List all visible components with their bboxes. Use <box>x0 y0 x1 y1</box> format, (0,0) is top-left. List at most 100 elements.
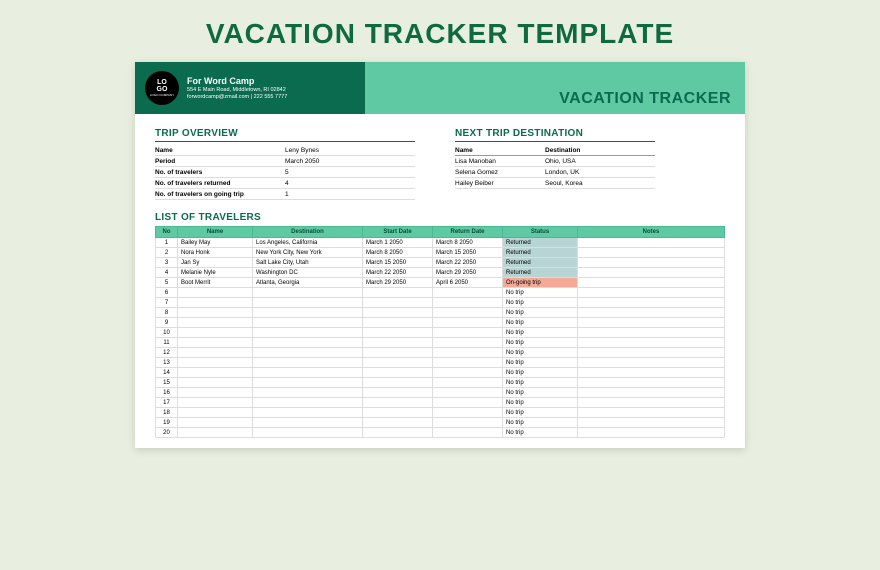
cell-destination <box>253 368 363 378</box>
cell-status: No trip <box>503 338 578 348</box>
cell-status: Returned <box>503 258 578 268</box>
table-row: 4Melanie NyleWashington DCMarch 22 2050M… <box>156 268 725 278</box>
cell-name: Jan Sy <box>178 258 253 268</box>
cell-notes <box>578 428 725 438</box>
table-row: 6No trip <box>156 288 725 298</box>
overview-row: No. of travelers returned4 <box>155 178 415 189</box>
cell-notes <box>578 298 725 308</box>
cell-destination: Washington DC <box>253 268 363 278</box>
cell-name <box>178 368 253 378</box>
cell-name <box>178 408 253 418</box>
cell-return-date <box>433 348 503 358</box>
cell-notes <box>578 378 725 388</box>
overview-label: No. of travelers returned <box>155 180 285 187</box>
cell-destination <box>253 358 363 368</box>
table-row: 16No trip <box>156 388 725 398</box>
cell-destination <box>253 328 363 338</box>
cell-name: Boot Merrit <box>178 278 253 288</box>
cell-name <box>178 298 253 308</box>
cell-notes <box>578 248 725 258</box>
cell-return-date <box>433 328 503 338</box>
cell-name: Melanie Nyle <box>178 268 253 278</box>
cell-status: Returned <box>503 268 578 278</box>
cell-status: No trip <box>503 288 578 298</box>
cell-notes <box>578 418 725 428</box>
company-address: 554 E Main Road, Middletown, RI 02842 <box>187 87 287 93</box>
table-row: 10No trip <box>156 328 725 338</box>
cell-notes <box>578 408 725 418</box>
cell-name <box>178 428 253 438</box>
cell-return-date: March 29 2050 <box>433 268 503 278</box>
cell-start-date: March 15 2050 <box>363 258 433 268</box>
header-left-panel: LO GO LOGO COMPANY For Word Camp 554 E M… <box>135 62 365 114</box>
table-row: 15No trip <box>156 378 725 388</box>
cell-return-date <box>433 428 503 438</box>
cell-no: 14 <box>156 368 178 378</box>
cell-destination <box>253 298 363 308</box>
table-header-cell: No <box>156 227 178 238</box>
table-row: 2Nora HonkNew York City, New YorkMarch 8… <box>156 248 725 258</box>
nexttrip-row: Hailey BeiberSeoul, Korea <box>455 178 655 189</box>
company-name: For Word Camp <box>187 76 287 86</box>
cell-destination: Salt Lake City, Utah <box>253 258 363 268</box>
table-row: 7No trip <box>156 298 725 308</box>
cell-notes <box>578 238 725 248</box>
cell-status: No trip <box>503 368 578 378</box>
cell-name <box>178 378 253 388</box>
overview-row: PeriodMarch 2050 <box>155 156 415 167</box>
cell-name <box>178 388 253 398</box>
logo-text-top: LO <box>157 79 167 86</box>
logo-icon: LO GO LOGO COMPANY <box>145 71 179 105</box>
cell-no: 4 <box>156 268 178 278</box>
cell-destination <box>253 418 363 428</box>
cell-notes <box>578 308 725 318</box>
document-header: LO GO LOGO COMPANY For Word Camp 554 E M… <box>135 62 745 114</box>
table-row: 12No trip <box>156 348 725 358</box>
cell-status: No trip <box>503 348 578 358</box>
cell-return-date <box>433 398 503 408</box>
cell-status: On-going trip <box>503 278 578 288</box>
page-title: VACATION TRACKER TEMPLATE <box>0 0 880 62</box>
nexttrip-header-row: Name Destination <box>455 145 655 156</box>
cell-destination <box>253 428 363 438</box>
cell-name <box>178 328 253 338</box>
cell-return-date <box>433 408 503 418</box>
cell-status: No trip <box>503 318 578 328</box>
cell-name <box>178 418 253 428</box>
cell-name <box>178 348 253 358</box>
cell-start-date <box>363 308 433 318</box>
cell-notes <box>578 318 725 328</box>
cell-notes <box>578 368 725 378</box>
cell-no: 18 <box>156 408 178 418</box>
cell-start-date <box>363 318 433 328</box>
cell-start-date <box>363 348 433 358</box>
cell-name <box>178 358 253 368</box>
cell-start-date: March 1 2050 <box>363 238 433 248</box>
cell-no: 20 <box>156 428 178 438</box>
cell-no: 17 <box>156 398 178 408</box>
cell-return-date: March 8 2050 <box>433 238 503 248</box>
cell-return-date <box>433 368 503 378</box>
cell-status: No trip <box>503 308 578 318</box>
cell-status: No trip <box>503 418 578 428</box>
cell-no: 15 <box>156 378 178 388</box>
cell-destination: Los Angeles, California <box>253 238 363 248</box>
table-row: 20No trip <box>156 428 725 438</box>
cell-destination: New York City, New York <box>253 248 363 258</box>
nexttrip-title: NEXT TRIP DESTINATION <box>455 128 655 142</box>
cell-destination: Atlanta, Georgia <box>253 278 363 288</box>
cell-no: 1 <box>156 238 178 248</box>
table-row: 11No trip <box>156 338 725 348</box>
cell-notes <box>578 348 725 358</box>
nexttrip-name: Hailey Beiber <box>455 180 545 187</box>
cell-start-date: March 29 2050 <box>363 278 433 288</box>
cell-name <box>178 338 253 348</box>
cell-start-date <box>363 338 433 348</box>
cell-start-date <box>363 378 433 388</box>
nexttrip-row: Lisa ManobanOhio, USA <box>455 156 655 167</box>
cell-start-date <box>363 428 433 438</box>
cell-status: No trip <box>503 298 578 308</box>
cell-start-date <box>363 388 433 398</box>
cell-start-date <box>363 358 433 368</box>
overview-label: No. of travelers on going trip <box>155 191 285 198</box>
